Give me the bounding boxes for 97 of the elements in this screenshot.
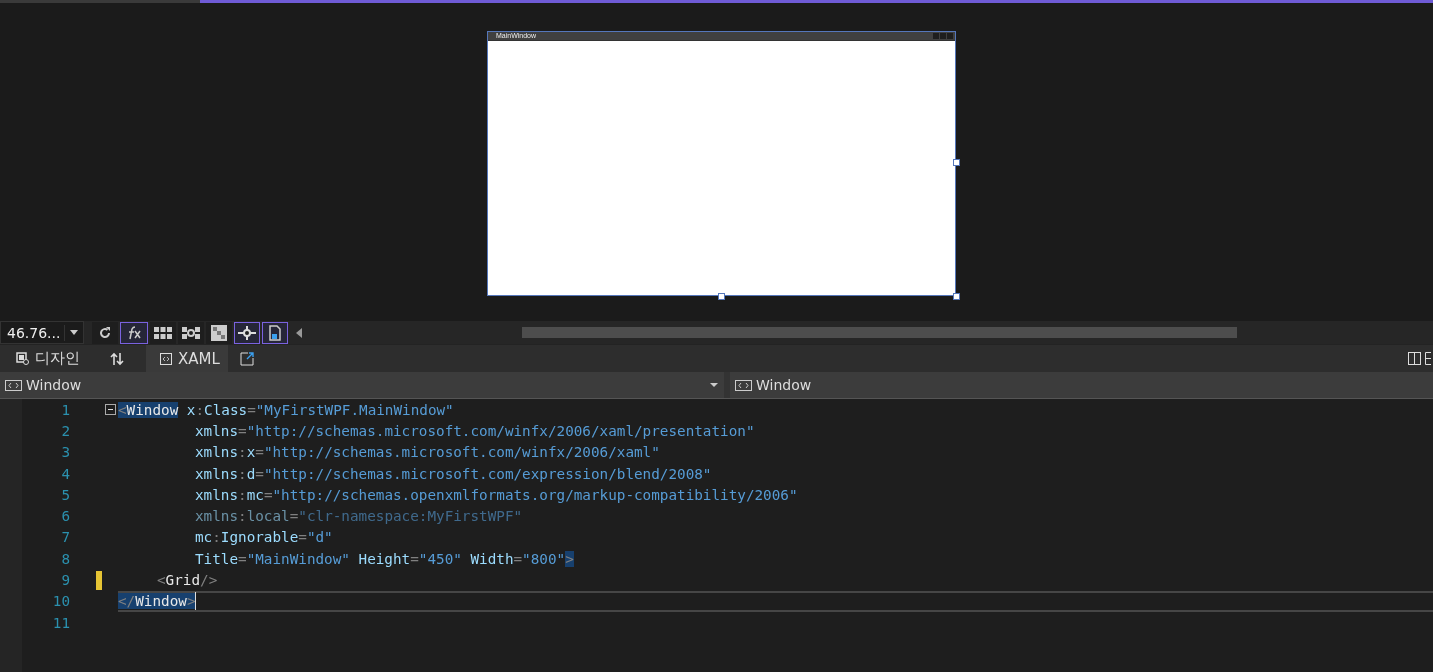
element-icon <box>735 379 752 391</box>
code-attribute: d <box>246 465 256 482</box>
code-punctuation: = <box>513 550 523 567</box>
line-number: 6 <box>60 508 70 525</box>
resize-handle[interactable] <box>718 293 725 300</box>
editor-tab[interactable]: XAML <box>146 345 228 372</box>
snap-lines-toggle[interactable] <box>234 321 261 344</box>
collapse-icon[interactable] <box>104 404 116 416</box>
code-attribute: Height <box>358 550 411 567</box>
line-number: 7 <box>60 529 70 546</box>
code-string: "450" <box>418 550 462 567</box>
code-attribute: xmlns <box>195 422 239 439</box>
code-string: "800" <box>522 550 566 567</box>
code-punctuation: < <box>118 401 127 418</box>
snap-grid-toggle[interactable] <box>178 321 205 344</box>
popout-icon[interactable] <box>239 351 254 366</box>
code-attribute: Width <box>470 550 514 567</box>
line-number: 2 <box>60 422 70 439</box>
line-number: 9 <box>60 572 70 588</box>
member-dropdown[interactable]: Window <box>730 372 1433 398</box>
caption-buttons-drawing <box>933 33 953 39</box>
code-attribute: x <box>186 401 196 418</box>
editor-tab[interactable]: 디자인 <box>12 345 90 372</box>
resize-handle[interactable] <box>953 293 960 300</box>
horizontal-split-icon[interactable] <box>1425 352 1431 365</box>
code-string: "clr-namespace:MyFirstWPF" <box>298 508 523 525</box>
line-number: 10 <box>51 593 70 610</box>
code-icon <box>160 352 172 365</box>
effects-toggle[interactable] <box>120 321 149 344</box>
text-cursor <box>195 592 197 611</box>
element-icon <box>5 379 22 391</box>
code-punctuation: : <box>238 444 247 461</box>
code-string: "http://schemas.microsoft.com/winfx/2006/xaml/presentation" <box>246 422 755 439</box>
change-marker <box>96 570 102 590</box>
code-punctuation: </ <box>118 593 136 610</box>
code-punctuation: = <box>247 401 256 418</box>
code-punctuation: = <box>410 550 419 567</box>
code-punctuation: = <box>289 508 299 525</box>
code-punctuation: = <box>263 486 273 503</box>
design-icon <box>16 352 29 365</box>
line-number: 4 <box>60 465 70 482</box>
code-punctuation: : <box>238 508 247 525</box>
code-string: "MainWindow" <box>246 550 350 567</box>
code-attribute: Ignorable <box>220 529 299 546</box>
code-string: "MyFirstWPF.MainWindow" <box>255 401 454 418</box>
code-attribute: local <box>246 508 290 525</box>
caret-icon <box>70 330 79 335</box>
code-tag: Window <box>135 593 187 610</box>
refresh-button[interactable] <box>92 321 119 344</box>
scroll-left-icon[interactable] <box>296 327 303 338</box>
code-attribute: mc <box>195 529 213 546</box>
document-icon <box>267 324 284 341</box>
code-punctuation: : <box>238 465 247 482</box>
line-number: 1 <box>60 401 70 418</box>
code-punctuation: = <box>238 422 247 439</box>
vertical-split-icon[interactable] <box>1408 352 1421 365</box>
code-attribute: Title <box>195 550 239 567</box>
code-attribute: Class <box>204 401 248 418</box>
crosshair-icon <box>238 325 257 340</box>
code-attribute: xmlns <box>195 508 239 525</box>
code-punctuation: : <box>195 401 205 418</box>
code-string: "http://schemas.microsoft.com/expression/blend/2008" <box>263 465 712 482</box>
code-attribute: xmlns <box>195 465 239 482</box>
code-punctuation: = <box>255 465 264 482</box>
zoom-dropdown[interactable]: 46.76... <box>0 321 85 344</box>
code-tag: Grid <box>165 572 201 588</box>
element-dropdown[interactable]: Window <box>0 372 724 398</box>
code-punctuation: < <box>157 572 166 588</box>
grid-toggle[interactable] <box>150 321 177 344</box>
code-punctuation: = <box>298 529 307 546</box>
grid-icon <box>154 326 173 339</box>
code-punctuation: : <box>238 486 247 503</box>
line-number: 11 <box>51 614 70 631</box>
code-string: "d" <box>306 529 333 546</box>
swap-panes-icon[interactable] <box>110 351 124 366</box>
code-attribute: mc <box>246 486 264 503</box>
code-punctuation: > <box>565 550 574 567</box>
snap-grid-icon <box>182 326 201 339</box>
line-number: 5 <box>60 486 70 503</box>
refresh-icon <box>98 325 113 340</box>
code-string: "http://schemas.openxmlformats.org/markup-compatibility/2006" <box>272 486 798 503</box>
code-tag: Window <box>126 401 179 418</box>
line-number: 3 <box>60 444 70 461</box>
code-punctuation: = <box>238 550 247 567</box>
code-attribute: xmlns <box>195 486 239 503</box>
code-attribute: x <box>246 444 256 461</box>
code-punctuation: : <box>212 529 221 546</box>
resize-handle[interactable] <box>953 159 960 166</box>
line-number: 8 <box>60 550 70 567</box>
checkerboard-icon <box>211 324 228 341</box>
code-string: "http://schemas.microsoft.com/winfx/2006/xaml" <box>263 444 660 461</box>
code-punctuation: = <box>255 444 264 461</box>
code-punctuation: /> <box>200 572 218 588</box>
project-code-toggle[interactable] <box>262 321 289 344</box>
scrollbar-thumb[interactable] <box>522 327 1238 338</box>
caret-icon <box>710 383 718 387</box>
code-attribute: xmlns <box>195 444 239 461</box>
